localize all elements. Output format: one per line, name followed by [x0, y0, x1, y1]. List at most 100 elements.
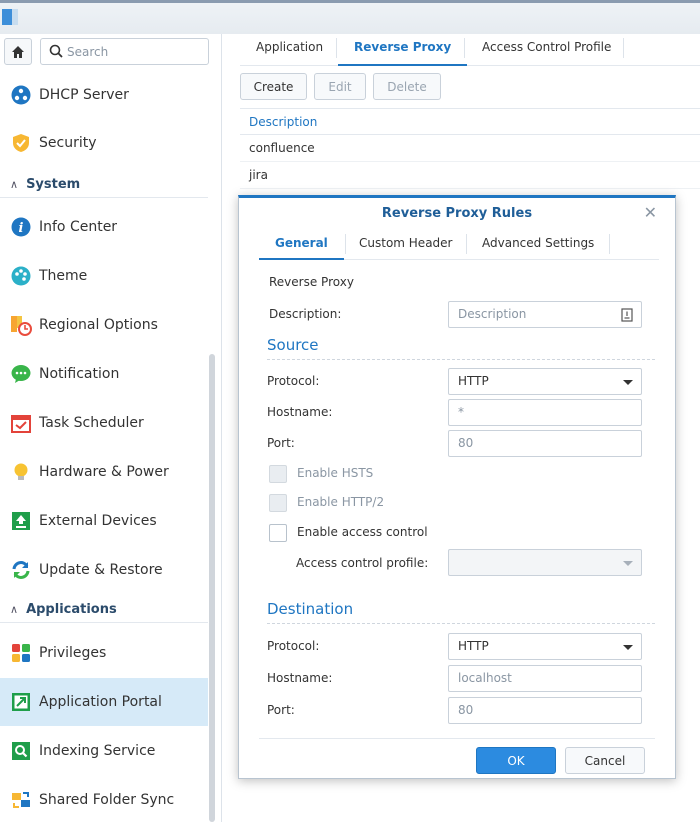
folder-sync-icon: [10, 789, 32, 811]
chevron-up-icon: ∧: [10, 603, 19, 616]
tab-advanced-settings[interactable]: Advanced Settings: [466, 228, 610, 260]
tab-general[interactable]: General: [259, 228, 344, 260]
sidebar-item-info-center[interactable]: i Info Center: [0, 203, 208, 251]
index-search-icon: [10, 740, 32, 762]
sidebar-item-indexing-service[interactable]: Indexing Service: [0, 727, 208, 775]
hostname-placeholder: *: [458, 405, 464, 419]
search-box[interactable]: [40, 38, 209, 65]
access-profile-select[interactable]: [448, 549, 642, 576]
info-icon: i: [10, 216, 32, 238]
section-label: Applications: [26, 602, 117, 617]
enable-access-control-label: Enable access control: [297, 525, 428, 539]
tab-divider: [623, 38, 624, 58]
delete-button[interactable]: Delete: [373, 73, 441, 100]
regional-icon: [10, 314, 32, 336]
dhcp-icon: [10, 84, 32, 106]
close-icon[interactable]: ✕: [644, 203, 657, 222]
cancel-button[interactable]: Cancel: [565, 747, 645, 774]
sidebar-item-label: Security: [39, 135, 97, 151]
chevron-down-icon: [623, 561, 633, 566]
footer-divider: [259, 738, 655, 739]
table-row[interactable]: confluence: [240, 135, 700, 162]
section-label: System: [26, 177, 81, 192]
sidebar-item-shared-folder-sync[interactable]: Shared Folder Sync: [0, 776, 208, 822]
sidebar-item-dhcp-server[interactable]: DHCP Server: [0, 71, 208, 119]
reverse-proxy-rules-dialog: Reverse Proxy Rules ✕ General Custom Hea…: [238, 195, 676, 779]
app-portal-icon: [2, 9, 18, 25]
destination-protocol-label: Protocol:: [267, 639, 320, 653]
sidebar-item-label: External Devices: [39, 513, 157, 529]
sidebar-item-label: Regional Options: [39, 317, 158, 333]
section-applications[interactable]: ∧ Applications: [0, 597, 208, 623]
tab-divider: [336, 38, 337, 58]
access-profile-label: Access control profile:: [296, 556, 429, 570]
sidebar-scrollbar[interactable]: [209, 354, 215, 822]
description-field[interactable]: Description: [448, 301, 642, 328]
enable-hsts-checkbox[interactable]: [269, 465, 287, 483]
source-protocol-label: Protocol:: [267, 374, 320, 388]
privileges-icon: [10, 642, 32, 664]
destination-protocol-select[interactable]: HTTP: [448, 633, 642, 660]
sidebar-item-application-portal[interactable]: Application Portal: [0, 678, 208, 726]
sidebar-item-label: Indexing Service: [39, 743, 156, 759]
subtitle: Reverse Proxy: [269, 275, 354, 289]
destination-hostname-label: Hostname:: [267, 671, 333, 685]
section-system[interactable]: ∧ System: [0, 172, 208, 198]
sidebar-item-security[interactable]: Security: [0, 119, 208, 167]
source-section-title: Source: [267, 336, 655, 360]
upload-device-icon: [10, 510, 32, 532]
table-row[interactable]: jira: [240, 162, 700, 189]
selected-value: HTTP: [458, 374, 489, 388]
column-header-description[interactable]: Description: [240, 108, 700, 135]
text-field-icon: [621, 308, 633, 322]
source-hostname-label: Hostname:: [267, 405, 333, 419]
home-button[interactable]: [4, 38, 32, 65]
sidebar-item-update-restore[interactable]: Update & Restore: [0, 546, 208, 594]
enable-http2-label: Enable HTTP/2: [297, 495, 385, 509]
enable-http2-checkbox[interactable]: [269, 494, 287, 512]
calendar-check-icon: [10, 412, 32, 434]
tab-reverse-proxy[interactable]: Reverse Proxy: [338, 34, 468, 66]
chevron-down-icon: [623, 380, 633, 385]
destination-port-label: Port:: [267, 703, 295, 717]
search-icon: [49, 44, 63, 58]
source-protocol-select[interactable]: HTTP: [448, 368, 642, 395]
sidebar-item-task-scheduler[interactable]: Task Scheduler: [0, 399, 208, 447]
tab-application[interactable]: Application: [240, 34, 339, 66]
destination-port-field[interactable]: 80: [448, 697, 642, 724]
source-hostname-field[interactable]: *: [448, 399, 642, 426]
source-port-field[interactable]: 80: [448, 430, 642, 457]
sidebar-item-regional-options[interactable]: Regional Options: [0, 301, 208, 349]
sidebar-item-theme[interactable]: Theme: [0, 252, 208, 300]
description-placeholder: Description: [458, 307, 527, 321]
tab-divider: [609, 234, 610, 254]
search-input[interactable]: [67, 43, 203, 61]
hostname-placeholder: localhost: [458, 671, 512, 685]
dialog-title: Reverse Proxy Rules: [381, 206, 533, 221]
edit-button[interactable]: Edit: [314, 73, 366, 100]
tab-access-control-profile[interactable]: Access Control Profile: [466, 34, 627, 66]
destination-hostname-field[interactable]: localhost: [448, 665, 642, 692]
sidebar-item-external-devices[interactable]: External Devices: [0, 497, 208, 545]
sidebar-item-hardware-power[interactable]: Hardware & Power: [0, 448, 208, 496]
chevron-up-icon: ∧: [10, 178, 19, 191]
enable-access-control-checkbox[interactable]: [269, 524, 287, 542]
port-placeholder: 80: [458, 436, 474, 450]
sidebar-item-label: Shared Folder Sync: [39, 792, 175, 808]
reverse-proxy-table: Description confluence jira: [240, 108, 700, 189]
palette-icon: [10, 265, 32, 287]
create-button[interactable]: Create: [240, 73, 307, 100]
source-port-label: Port:: [267, 436, 295, 450]
ok-button[interactable]: OK: [476, 747, 556, 774]
sidebar-item-notification[interactable]: Notification: [0, 350, 208, 398]
window-titlebar: [0, 0, 700, 34]
lightbulb-icon: [10, 461, 32, 483]
sidebar-item-label: Application Portal: [39, 694, 162, 710]
enable-hsts-label: Enable HSTS: [297, 466, 374, 480]
svg-text:i: i: [19, 221, 24, 236]
home-icon: [12, 45, 24, 58]
sidebar-item-label: Notification: [39, 366, 120, 382]
tab-custom-header[interactable]: Custom Header: [343, 228, 468, 260]
sidebar-item-privileges[interactable]: Privileges: [0, 629, 208, 677]
sidebar-item-label: Update & Restore: [39, 562, 163, 578]
